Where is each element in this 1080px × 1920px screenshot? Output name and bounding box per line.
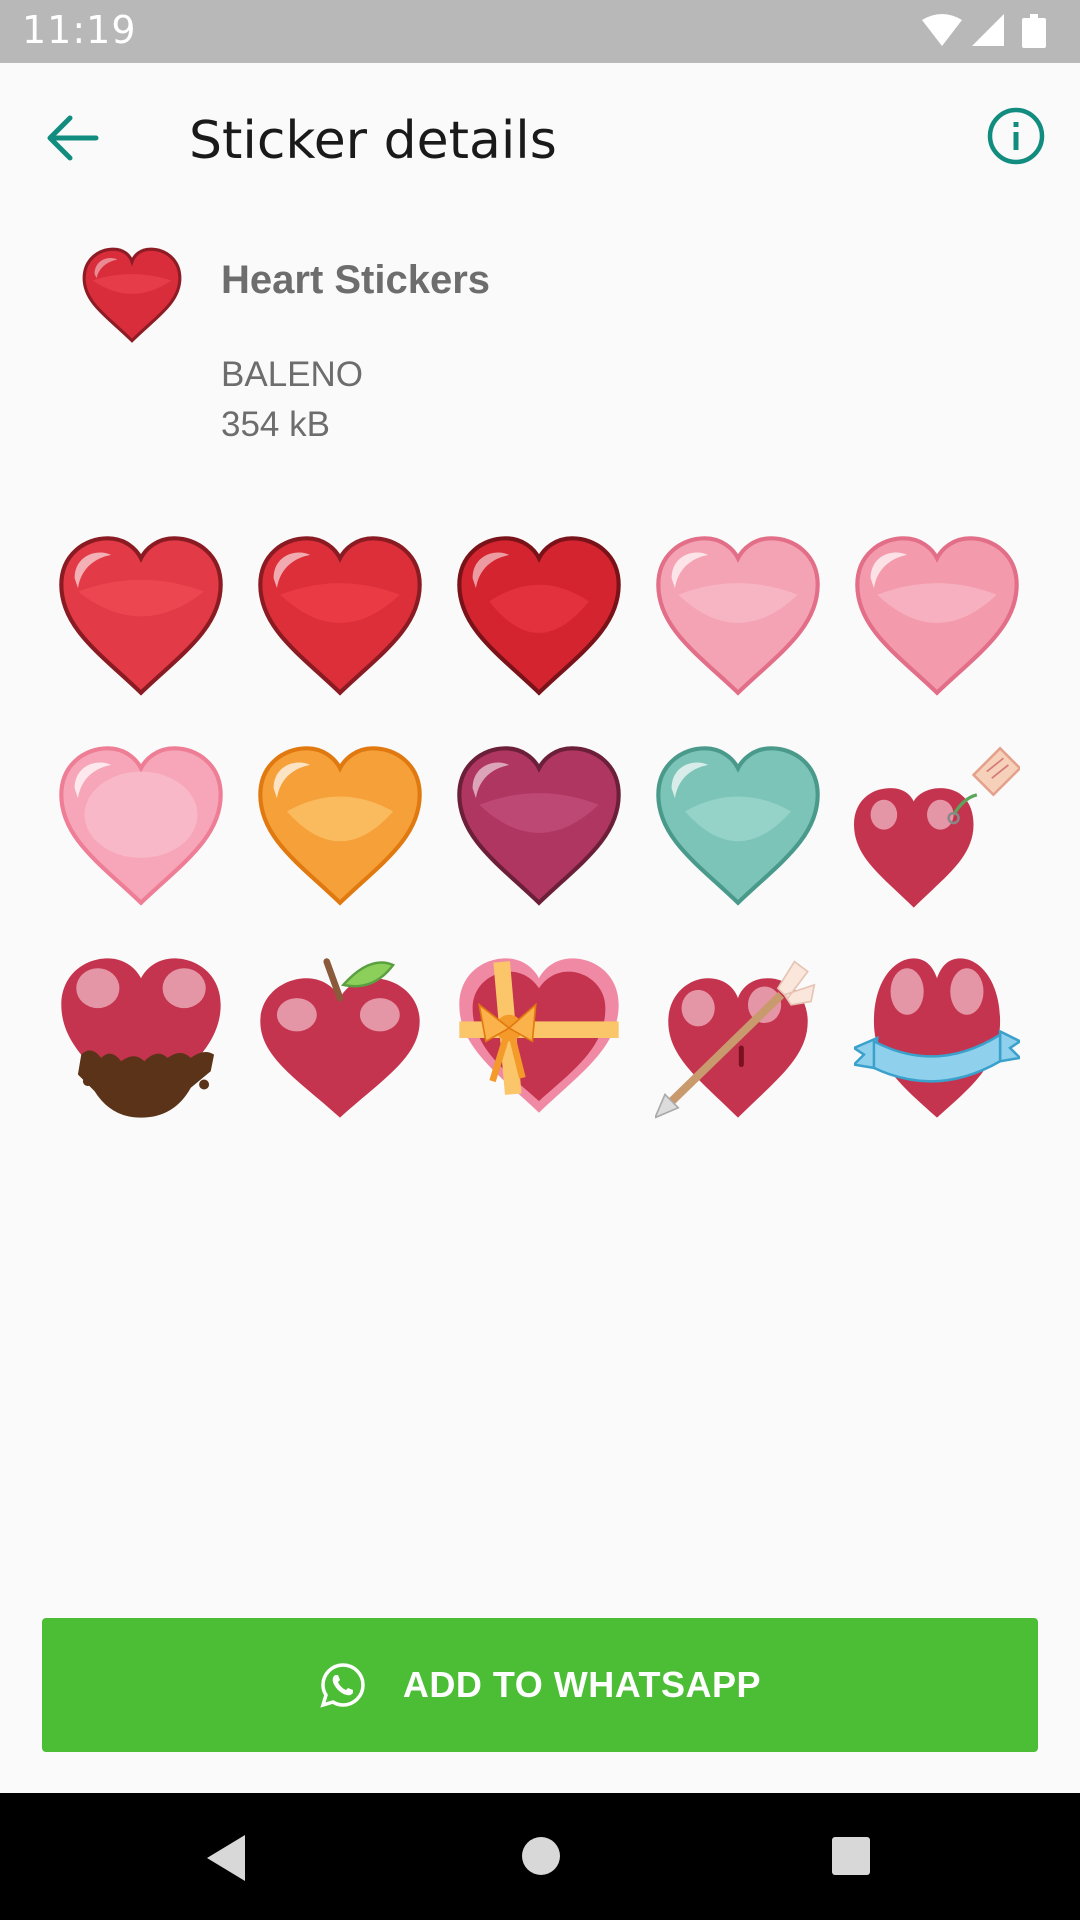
nav-back-button[interactable] <box>205 1833 249 1883</box>
sticker-apple-heart[interactable] <box>257 955 423 1121</box>
sticker-orange-heart[interactable] <box>257 745 423 911</box>
sticker-heart-with-tag[interactable] <box>854 745 1020 911</box>
status-bar: 11:19 <box>0 0 1080 63</box>
nav-recents-icon <box>832 1837 870 1875</box>
sticker-chocolate-dipped-heart[interactable] <box>58 955 224 1121</box>
pack-name: Heart Stickers <box>221 258 491 302</box>
sticker-ribbon-heart[interactable] <box>854 955 1020 1121</box>
signal-icon <box>972 14 1004 46</box>
sticker-grid <box>58 535 1023 1121</box>
battery-icon <box>1022 14 1046 48</box>
whatsapp-icon <box>320 1663 365 1708</box>
page-title: Sticker details <box>189 111 557 171</box>
info-button[interactable] <box>985 105 1047 167</box>
info-icon <box>987 107 1045 165</box>
toolbar: Sticker details <box>0 63 1080 213</box>
navigation-bar <box>0 1793 1080 1920</box>
wifi-icon <box>922 14 962 46</box>
status-time: 11:19 <box>22 8 137 52</box>
nav-back-icon <box>207 1835 245 1881</box>
sticker-light-pink-heart[interactable] <box>58 745 224 911</box>
nav-recents-button[interactable] <box>830 1835 872 1877</box>
add-to-whatsapp-button[interactable]: ADD TO WHATSAPP <box>42 1618 1038 1752</box>
back-button[interactable] <box>40 108 108 168</box>
sticker-pink-heart[interactable] <box>854 535 1020 701</box>
sticker-arrow-pierced-heart[interactable] <box>655 955 821 1121</box>
pack-tray-icon <box>78 245 186 349</box>
nav-home-icon <box>522 1837 560 1875</box>
pack-publisher: BALENO <box>221 355 363 394</box>
sticker-red-heart[interactable] <box>58 535 224 701</box>
sticker-gift-box-heart[interactable] <box>456 955 622 1121</box>
sticker-teal-heart[interactable] <box>655 745 821 911</box>
add-to-whatsapp-label: ADD TO WHATSAPP <box>402 1664 762 1705</box>
sticker-plum-heart[interactable] <box>456 745 622 911</box>
pack-size: 354 kB <box>221 405 330 444</box>
arrow-left-icon <box>47 115 99 161</box>
nav-home-button[interactable] <box>520 1835 562 1877</box>
sticker-red-heart[interactable] <box>257 535 423 701</box>
sticker-red-heart[interactable] <box>456 535 622 701</box>
sticker-pink-heart[interactable] <box>655 535 821 701</box>
status-icons <box>920 12 1060 52</box>
